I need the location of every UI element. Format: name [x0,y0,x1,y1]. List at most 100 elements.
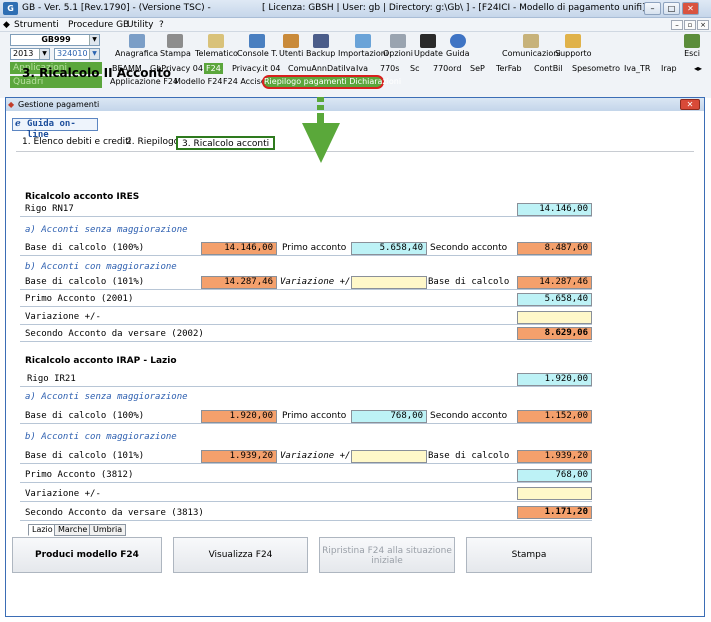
tab-iva[interactable]: Iva [354,63,370,74]
ires-base100-field[interactable]: 14.146,00 [201,242,277,255]
ires-basecalc-field[interactable]: 14.287,46 [517,276,592,289]
irap-sub-a: a) Acconti senza maggiorazione [25,392,188,402]
visualizza-f24-button[interactable]: Visualizza F24 [173,537,308,573]
tab-irap[interactable]: Irap [659,63,679,74]
ires-variazione-row: Variazione +/- [20,311,592,325]
tab-contbil[interactable]: ContBil [532,63,565,74]
ires-variazione-field[interactable] [517,311,592,324]
irap-variazione-field[interactable] [517,487,592,500]
ires-rigo-field[interactable]: 14.146,00 [517,203,592,216]
irap-base101-field[interactable]: 1.939,20 [201,450,277,463]
ires-base101-field[interactable]: 14.287,46 [201,276,277,289]
irap-base100-field[interactable]: 1.920,00 [201,410,277,423]
telematico-icon [208,34,225,48]
irap-basecalc-field[interactable]: 1.939,20 [517,450,592,463]
title-bar: G GB - Ver. 5.1 [Rev.1790] - (Versione T… [0,0,711,18]
tab-770ord[interactable]: 770ord [431,63,463,74]
irap-var-field[interactable] [351,450,427,463]
scroll-arrows-icon[interactable]: ◂▸ [692,63,704,74]
guida-toolbar-button[interactable]: Guida [446,34,469,60]
tab-f24[interactable]: F24 [204,63,223,74]
tab-spesometro[interactable]: Spesometro [570,63,622,74]
console-button[interactable]: Console T. [237,34,278,60]
ires-var-label: Variazione +/- [280,277,356,287]
stampa-toolbar-button[interactable]: Stampa [160,34,191,60]
guida-online-button[interactable]: ℯ Guida on-line [12,118,98,140]
irap-base100-label: Base di calcolo (100%) [25,411,145,421]
irap-primo-field[interactable]: 768,00 [351,410,427,423]
mdi-close-icon[interactable]: × [697,20,709,30]
tab-iva-tr[interactable]: Iva_TR [622,63,652,74]
irap-secondo3813-field[interactable]: 1.171,20 [517,506,592,519]
app-icon: G [3,2,18,15]
tab-privacy-it04[interactable]: Privacy.it 04 [230,63,282,74]
tab-modello-f24[interactable]: Modello F24 [172,76,224,87]
tab-terfab[interactable]: TerFab [494,63,524,74]
ires-sub-b: b) Acconti con maggiorazione [25,262,177,272]
import-icon [355,34,372,48]
minimize-button[interactable]: – [644,2,661,15]
irap-secondo-label: Secondo acconto [430,411,508,421]
region-tab-marche[interactable]: Marche [54,524,92,536]
tab-riepilogo[interactable]: 2. Riepilogo [122,136,183,150]
tab-elenco-debiti-crediti[interactable]: 1. Elenco debiti e crediti [18,136,135,150]
irap-primo3812-field[interactable]: 768,00 [517,469,592,482]
ires-secondo2002-field[interactable]: 8.629,06 [517,327,592,340]
menu-bar: ◆ Strumenti Procedure GB Utility ? – ▫ × [0,18,711,32]
menu-help[interactable]: ? [159,20,164,30]
opzioni-button[interactable]: Opzioni [383,34,413,60]
esci-button[interactable]: Esci [684,34,700,60]
ires-secondo-field[interactable]: 8.487,60 [517,242,592,255]
dialog-close-button[interactable]: ✕ [680,99,700,110]
menu-utility[interactable]: Utility [127,20,153,30]
menu-strumenti[interactable]: Strumenti [14,20,59,30]
ires-secondo2002-row: Secondo Acconto da versare (2002) [20,328,592,342]
irap-base100-row: Base di calcolo (100%) Primo acconto Sec… [20,410,592,424]
ires-primo-field[interactable]: 5.658,40 [351,242,427,255]
maximize-button[interactable]: □ [663,2,680,15]
mdi-restore-icon[interactable]: ▫ [684,20,696,30]
backup-button[interactable]: Backup [306,34,335,60]
wrench-icon [389,34,406,48]
ires-header: Ricalcolo acconto IRES [25,192,140,202]
ires-var-field[interactable] [351,276,427,289]
irap-variazione-label: Variazione +/- [25,489,101,499]
comunicazioni-button[interactable]: Comunicazioni [502,34,561,60]
supporto-button[interactable]: Supporto [555,34,592,60]
irap-primo3812-label: Primo Acconto (3812) [25,470,134,480]
menu-procedure-gb[interactable]: Procedure GB [68,20,129,30]
tab-comuanndatiiva[interactable]: ComuAnnDatiIva [286,63,357,74]
mdi-minimize-icon[interactable]: – [671,20,683,30]
irap-base101-label: Base di calcolo (101%) [25,451,145,461]
produci-modello-f24-button[interactable]: Produci modello F24 [12,537,162,573]
tab-sep[interactable]: SeP [468,63,487,74]
help-link-icon: ℯ [15,119,21,129]
ires-rigo-label: Rigo RN17 [25,204,74,214]
ires-primo2001-field[interactable]: 5.658,40 [517,293,592,306]
tab-sc[interactable]: Sc [408,63,421,74]
ires-base101-label: Base di calcolo (101%) [25,277,145,287]
importazioni-button[interactable]: Importazioni [338,34,388,60]
tab-riepilogo-pagamenti-dichiarazioni[interactable]: Riepilogo pagamenti Dichiarazioni [262,75,401,89]
update-button[interactable]: Update [414,34,443,60]
tab-ricalcolo-acconti[interactable]: 3. Ricalcolo acconti [176,136,276,150]
dialog-icon: ◆ [8,100,15,109]
region-tab-lazio[interactable]: Lazio [28,524,57,536]
close-window-button[interactable]: ✕ [682,2,699,15]
stampa-button[interactable]: Stampa [466,537,592,573]
tab-f24-accise[interactable]: F24 Accise [221,76,268,87]
code-select[interactable]: 324010 ▼ [54,48,100,60]
irap-rigo-field[interactable]: 1.920,00 [517,373,592,386]
ripristina-f24-button: Ripristina F24 alla situazione iniziale [319,537,455,573]
region-tab-umbria[interactable]: Umbria [89,524,127,536]
company-select[interactable]: GB999 ▼ [10,34,100,46]
anagrafica-button[interactable]: Anagrafica [115,34,158,60]
irap-secondo-field[interactable]: 1.152,00 [517,410,592,423]
year-select[interactable]: 2013 ▼ [10,48,50,60]
ires-base100-label: Base di calcolo (100%) [25,243,145,253]
tab-770s[interactable]: 770s [378,63,401,74]
telematico-button[interactable]: Telematico [195,34,238,60]
update-icon [420,34,437,48]
utenti-button[interactable]: Utenti [279,34,303,60]
irap-base101-row: Base di calcolo (101%) Variazione +/- Ba… [20,450,592,464]
